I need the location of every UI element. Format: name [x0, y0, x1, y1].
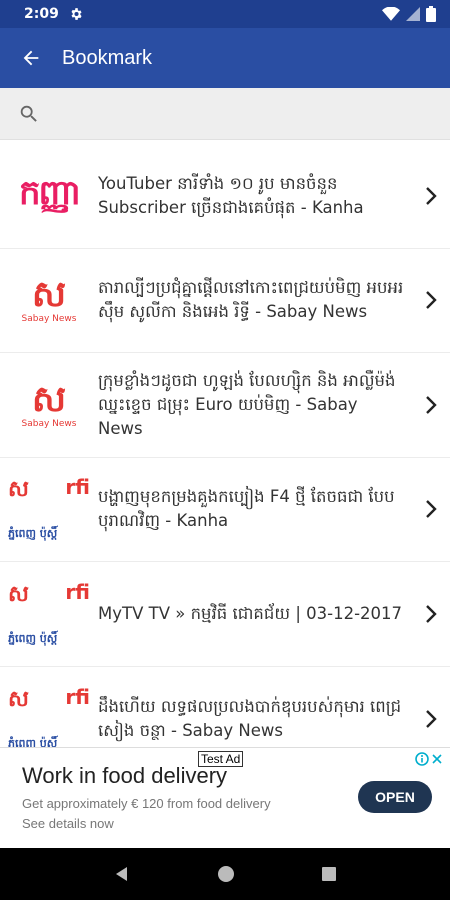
close-icon[interactable] — [432, 754, 442, 764]
chevron-right-icon — [412, 604, 450, 624]
app-bar: Bookmark — [0, 28, 450, 88]
sabay-news-logo: ស Sabay News — [21, 274, 77, 325]
nav-home-icon[interactable] — [217, 865, 235, 883]
status-time: 2:09 — [24, 6, 59, 22]
list-item[interactable]: ស Sabay News តារាល្បីៗប្រជុំគ្នាផ្តើលនៅក… — [0, 249, 450, 353]
ad-banner[interactable]: Test Ad Work in food delivery Get approx… — [0, 747, 450, 847]
kanha-logo: កញ្ញា — [18, 172, 81, 213]
list-item[interactable]: ស rfi ភ្នំពេញ ប៉ុស្តិ៍ MyTV TV » កម្មវិធ… — [0, 562, 450, 667]
cell-signal-icon — [406, 7, 420, 21]
search-icon — [20, 105, 37, 122]
list-item[interactable]: កញ្ញា YouTuber នារីទាំង ១០ រូប មានចំនួន … — [0, 144, 450, 249]
battery-icon — [426, 6, 436, 22]
nav-recents-icon[interactable] — [321, 866, 337, 882]
item-title: ដឹងហើយ លទ្ធផលប្រលងបាក់ឌុបរបស់កុមារ ពេជ្រ… — [98, 696, 402, 740]
chevron-right-icon — [412, 395, 450, 415]
chevron-right-icon — [412, 709, 450, 729]
search-bar[interactable] — [0, 88, 450, 140]
back-button[interactable] — [0, 28, 62, 88]
multi-source-logo: ស rfi ភ្នំពេញ ប៉ុស្តិ៍ — [8, 475, 90, 541]
nav-back-icon[interactable] — [113, 865, 131, 883]
ad-choices-icon[interactable] — [415, 752, 442, 766]
ad-headline: Work in food delivery — [22, 763, 228, 788]
list-item[interactable]: ស rfi ភ្នំពេញ ប៉ុស្តិ៍ បង្ហាញមុខកម្រងគួង… — [0, 458, 450, 562]
item-title: YouTuber នារីទាំង ១០ រូប មានចំនួន Subscr… — [98, 173, 364, 217]
chevron-right-icon — [412, 499, 450, 519]
arrow-back-icon — [23, 50, 39, 66]
item-title: តារាល្បីៗប្រជុំគ្នាផ្តើលនៅកោះពេជ្រយប់មិញ… — [98, 278, 404, 322]
item-title: MyTV TV » កម្មវិធី ជោគជ័យ | 03-12-2017 — [98, 603, 403, 623]
settings-gear-icon — [71, 8, 82, 20]
bookmark-list: កញ្ញា YouTuber នារីទាំង ១០ រូប មានចំនួន … — [0, 144, 450, 771]
wifi-icon — [382, 7, 400, 21]
navigation-bar — [0, 848, 450, 900]
ad-body: Get approximately € 120 from food delive… — [22, 796, 271, 811]
multi-source-logo: ស rfi ភ្នំពេញ ប៉ុស្តិ៍ — [8, 579, 90, 645]
sabay-news-logo: ស Sabay News — [21, 378, 77, 429]
chevron-right-icon — [412, 186, 450, 206]
ad-open-button[interactable]: OPEN — [358, 781, 432, 813]
item-title: បង្ហាញមុខកម្រងគួងកប្បៀង F4 ថ្មី តែចធជា ប… — [98, 487, 395, 531]
page-title: Bookmark — [62, 46, 153, 69]
list-item[interactable]: ស Sabay News ក្រុមខ្លាំងៗដូចជា ហូឡង់ បែល… — [0, 353, 450, 458]
status-bar: 2:09 — [0, 0, 450, 28]
item-title: ក្រុមខ្លាំងៗដូចជា ហូឡង់ បែលហ្ស៊ិក និង អា… — [98, 370, 396, 438]
chevron-right-icon — [412, 290, 450, 310]
ad-subtext: See details now — [22, 816, 114, 831]
